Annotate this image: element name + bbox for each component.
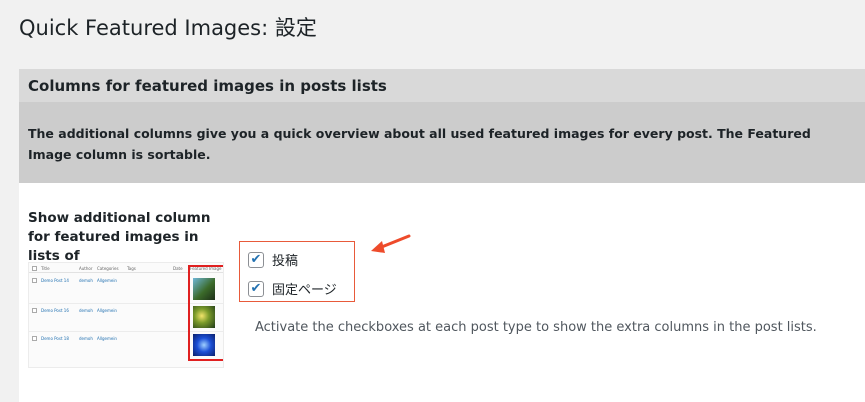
post-type-option-posts[interactable]: ✔ 投稿 — [248, 250, 298, 269]
checkmark-icon: ✔ — [250, 281, 262, 296]
posts-checkbox[interactable]: ✔ — [248, 251, 264, 268]
settings-panel: Columns for featured images in posts lis… — [19, 69, 865, 402]
preview-row-author: demoh — [79, 308, 93, 313]
preview-row-title: Demo Post 16 — [41, 308, 69, 313]
preview-header-categories: Categories — [97, 266, 119, 271]
posts-list-preview-image: Title Author Categories Tags Date Featur… — [28, 262, 224, 368]
pages-checkbox[interactable]: ✔ — [248, 280, 264, 297]
post-type-option-pages[interactable]: ✔ 固定ページ — [248, 279, 337, 298]
preview-row-checkbox — [32, 336, 37, 341]
posts-option-label: 投稿 — [272, 254, 299, 269]
page-title: Quick Featured Images: 設定 — [19, 16, 317, 40]
checkmark-icon: ✔ — [250, 252, 262, 267]
section-heading: Columns for featured images in posts lis… — [19, 69, 865, 102]
preview-row-checkbox — [32, 278, 37, 283]
featured-image-column-highlight — [188, 265, 223, 361]
preview-row-checkbox — [32, 308, 37, 313]
preview-row-category: Allgemein — [97, 336, 117, 341]
section-description: The additional columns give you a quick … — [19, 102, 865, 183]
preview-row-author: demoh — [79, 336, 93, 341]
preview-row-title: Demo Post 14 — [41, 278, 69, 283]
preview-checkbox — [32, 266, 37, 271]
setting-hint: Activate the checkboxes at each post typ… — [255, 320, 817, 335]
preview-header-tags: Tags — [127, 266, 136, 271]
preview-header-author: Author — [79, 266, 93, 271]
preview-header-date: Date — [173, 266, 183, 271]
pages-option-label: 固定ページ — [272, 283, 337, 298]
preview-row-title: Demo Post 18 — [41, 336, 69, 341]
setting-label: Show additional column for featured imag… — [28, 210, 211, 264]
preview-row-category: Allgemein — [97, 278, 117, 283]
preview-row-author: demoh — [79, 278, 93, 283]
arrow-left-icon — [371, 234, 411, 253]
preview-row-category: Allgemein — [97, 308, 117, 313]
preview-header-title: Title — [41, 266, 50, 271]
post-type-checkbox-group: ✔ 投稿 ✔ 固定ページ — [239, 241, 355, 302]
